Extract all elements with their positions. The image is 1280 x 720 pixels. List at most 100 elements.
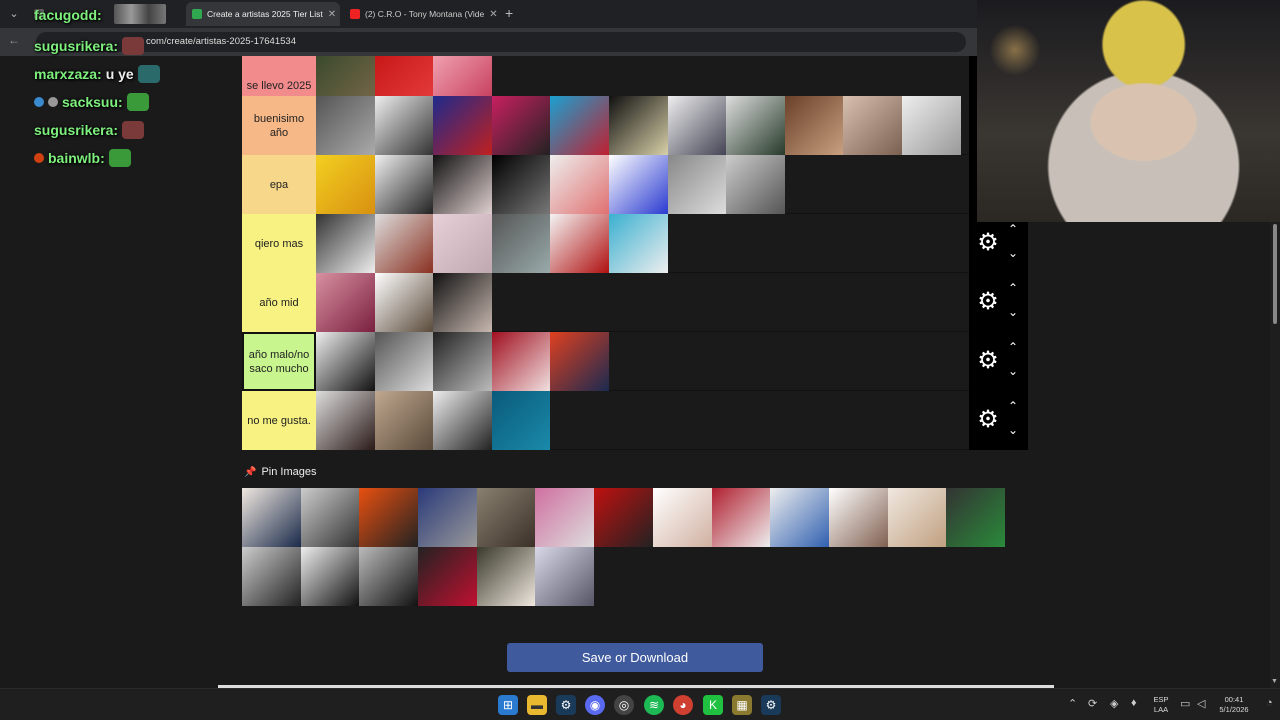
microphone-icon[interactable]: ♦ (1131, 697, 1137, 709)
artist-image[interactable] (374, 96, 434, 155)
kick-icon[interactable]: K (703, 695, 723, 715)
artist-image[interactable] (476, 547, 536, 606)
gear-icon[interactable]: ⚙ (975, 407, 1001, 433)
artist-image[interactable] (433, 273, 492, 332)
artist-image[interactable] (550, 332, 609, 391)
artist-image[interactable] (374, 273, 434, 332)
scrollbar-thumb[interactable] (1273, 224, 1277, 324)
obs-icon[interactable]: ◎ (614, 695, 634, 715)
sync-icon[interactable]: ⟳ (1088, 697, 1097, 710)
gear-icon[interactable]: ⚙ (975, 230, 1001, 256)
artist-image[interactable] (491, 332, 551, 391)
close-tab-icon[interactable]: ✕ (489, 9, 497, 20)
artist-image[interactable] (887, 488, 947, 547)
artist-image[interactable] (316, 391, 375, 450)
chevron-up-icon[interactable]: ⌃ (1005, 281, 1021, 295)
new-tab-button[interactable]: + (505, 5, 513, 21)
artist-image[interactable] (828, 488, 888, 547)
artist-image[interactable] (418, 547, 477, 606)
artist-image[interactable] (374, 214, 434, 273)
artist-image[interactable] (316, 332, 375, 391)
artist-image[interactable] (433, 96, 492, 155)
tab-tierlist[interactable]: Create a artistas 2025 Tier List ✕ (186, 2, 340, 26)
artist-image[interactable] (316, 273, 375, 332)
artist-image[interactable] (491, 96, 551, 155)
artist-image[interactable] (652, 488, 712, 547)
tab-search-chevron-icon[interactable]: ⌄ (4, 4, 24, 24)
tab-youtube[interactable]: (2) C.R.O - Tony Montana (Vide ✕ (344, 2, 498, 26)
artist-image[interactable] (242, 547, 301, 606)
discord-icon[interactable]: ◉ (585, 695, 605, 715)
url-field[interactable]: com/create/artistas-2025-17641534 (36, 32, 966, 52)
artist-image[interactable] (300, 488, 360, 547)
artist-image[interactable] (418, 488, 477, 547)
artist-image[interactable] (476, 488, 536, 547)
artist-image[interactable] (550, 155, 609, 214)
artist-image[interactable] (316, 96, 375, 155)
artist-image[interactable] (491, 391, 551, 450)
artist-image[interactable] (491, 214, 551, 273)
artist-image[interactable] (843, 96, 902, 155)
artist-image[interactable] (770, 488, 829, 547)
artist-image[interactable] (433, 391, 492, 450)
artist-image[interactable] (608, 155, 668, 214)
chevron-down-icon[interactable]: ⌄ (1005, 246, 1021, 260)
artist-image[interactable] (374, 391, 434, 450)
game-launcher-icon[interactable]: ▦ (732, 695, 752, 715)
artist-image[interactable] (535, 488, 595, 547)
artist-image[interactable] (726, 155, 785, 214)
artist-image[interactable] (711, 488, 771, 547)
chevron-down-icon[interactable]: ⌄ (1005, 364, 1021, 378)
artist-image[interactable] (374, 155, 434, 214)
tier-label[interactable]: año malo/no saco mucho (242, 332, 316, 391)
gear-icon[interactable]: ⚙ (975, 289, 1001, 315)
tier-label[interactable]: buenisimo año (242, 96, 316, 155)
artist-image[interactable] (594, 488, 653, 547)
artist-image[interactable] (667, 96, 727, 155)
language-indicator[interactable]: ESP LAA (1150, 695, 1172, 715)
network-shield-icon[interactable]: ◈ (1110, 697, 1118, 710)
chevron-up-icon[interactable]: ⌃ (1005, 340, 1021, 354)
artist-image[interactable] (946, 488, 1005, 547)
spotify-icon[interactable]: ≋ (644, 695, 664, 715)
tray-chevron-up-icon[interactable]: ⌃ (1068, 697, 1077, 710)
back-arrow-icon[interactable]: ← (8, 33, 20, 47)
chevron-up-icon[interactable]: ⌃ (1005, 399, 1021, 413)
clock[interactable]: 00:41 5/1/2026 (1212, 695, 1256, 715)
artist-image[interactable] (359, 488, 419, 547)
artist-image[interactable] (300, 547, 360, 606)
volume-icon[interactable]: ◁ (1197, 697, 1205, 710)
gear-icon[interactable]: ⚙ (975, 348, 1001, 374)
chevron-up-icon[interactable]: ⌃ (1005, 222, 1021, 236)
close-tab-icon[interactable]: ✕ (328, 9, 336, 20)
artist-image[interactable] (316, 214, 375, 273)
artist-image[interactable] (374, 332, 434, 391)
artist-image[interactable] (491, 155, 551, 214)
scroll-down-arrow-icon[interactable]: ▼ (1271, 678, 1278, 685)
artist-image[interactable] (433, 332, 492, 391)
artist-image[interactable] (667, 155, 727, 214)
steam-icon[interactable]: ⚙ (556, 695, 576, 715)
chevron-down-icon[interactable]: ⌄ (1005, 423, 1021, 437)
artist-image[interactable] (726, 96, 785, 155)
artist-image[interactable] (550, 96, 609, 155)
artist-image[interactable] (608, 96, 668, 155)
artist-image[interactable] (901, 96, 961, 155)
tier-label[interactable]: año mid (242, 273, 316, 332)
artist-image[interactable] (242, 488, 301, 547)
windows-start-icon[interactable]: ⊞ (498, 695, 518, 715)
tier-label[interactable]: no me gusta. (242, 391, 316, 450)
tier-label[interactable]: epa (242, 155, 316, 214)
artist-image[interactable] (316, 155, 375, 214)
artist-image[interactable] (535, 547, 595, 606)
save-or-download-button[interactable]: Save or Download (507, 643, 763, 672)
artist-image[interactable] (433, 155, 492, 214)
artist-image[interactable] (608, 214, 668, 273)
artist-image[interactable] (433, 214, 492, 273)
display-icon[interactable]: ▭ (1180, 697, 1190, 710)
artist-image[interactable] (784, 96, 844, 155)
chevron-down-icon[interactable]: ⌄ (1005, 305, 1021, 319)
steam-icon[interactable]: ⚙ (761, 695, 781, 715)
notification-bell-icon[interactable]: ◔ (1266, 697, 1273, 709)
file-explorer-icon[interactable]: ▬ (527, 695, 547, 715)
